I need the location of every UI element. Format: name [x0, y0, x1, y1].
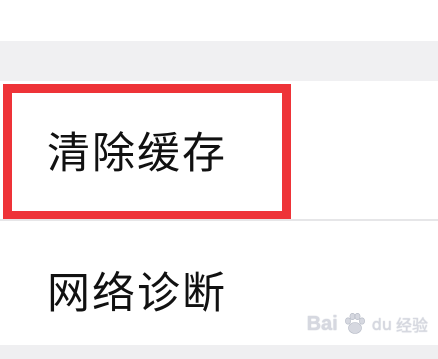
- watermark-brand: Bai: [306, 312, 338, 335]
- bottom-section-gap: [0, 345, 438, 359]
- baidu-watermark: Bai du 经验: [307, 311, 428, 337]
- top-area: [0, 0, 438, 41]
- watermark-sub: 经验: [395, 316, 428, 335]
- watermark-suffix: du: [371, 314, 392, 334]
- network-diagnosis-label: 网络诊断: [47, 269, 227, 319]
- section-gap: [0, 41, 438, 81]
- paw-icon: [344, 312, 365, 334]
- highlight-annotation-box: [3, 84, 291, 220]
